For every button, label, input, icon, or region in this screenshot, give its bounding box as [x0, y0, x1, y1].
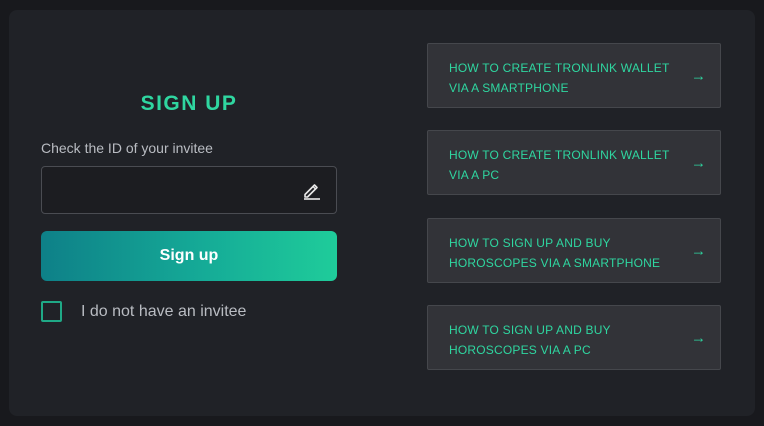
- arrow-right-icon: →: [691, 154, 706, 171]
- guide-horoscopes-smartphone[interactable]: HOW TO SIGN UP AND BUY HOROSCOPES VIA A …: [427, 218, 721, 283]
- invitee-id-field[interactable]: [41, 166, 337, 214]
- guide-label: HOW TO CREATE TRONLINK WALLET VIA A SMAR…: [449, 61, 670, 95]
- no-invitee-checkbox[interactable]: [41, 301, 62, 322]
- arrow-right-icon: →: [691, 329, 706, 346]
- signup-title: SIGN UP: [140, 92, 238, 115]
- arrow-right-icon: →: [691, 67, 706, 84]
- guide-label: HOW TO SIGN UP AND BUY HOROSCOPES VIA A …: [449, 323, 611, 357]
- invitee-id-label: Check the ID of your invitee: [41, 140, 213, 156]
- invitee-id-input[interactable]: [42, 167, 282, 213]
- signup-button[interactable]: Sign up: [41, 231, 337, 281]
- signup-panel: SIGN UP Check the ID of your invitee Sig…: [9, 10, 755, 416]
- arrow-right-icon: →: [691, 242, 706, 259]
- pencil-edit-icon[interactable]: [302, 180, 322, 200]
- no-invitee-label[interactable]: I do not have an invitee: [81, 303, 246, 321]
- guide-tronlink-pc[interactable]: HOW TO CREATE TRONLINK WALLET VIA A PC →: [427, 130, 721, 195]
- guide-label: HOW TO CREATE TRONLINK WALLET VIA A PC: [449, 148, 670, 182]
- guide-tronlink-smartphone[interactable]: HOW TO CREATE TRONLINK WALLET VIA A SMAR…: [427, 43, 721, 108]
- guide-label: HOW TO SIGN UP AND BUY HOROSCOPES VIA A …: [449, 236, 661, 270]
- guide-horoscopes-pc[interactable]: HOW TO SIGN UP AND BUY HOROSCOPES VIA A …: [427, 305, 721, 370]
